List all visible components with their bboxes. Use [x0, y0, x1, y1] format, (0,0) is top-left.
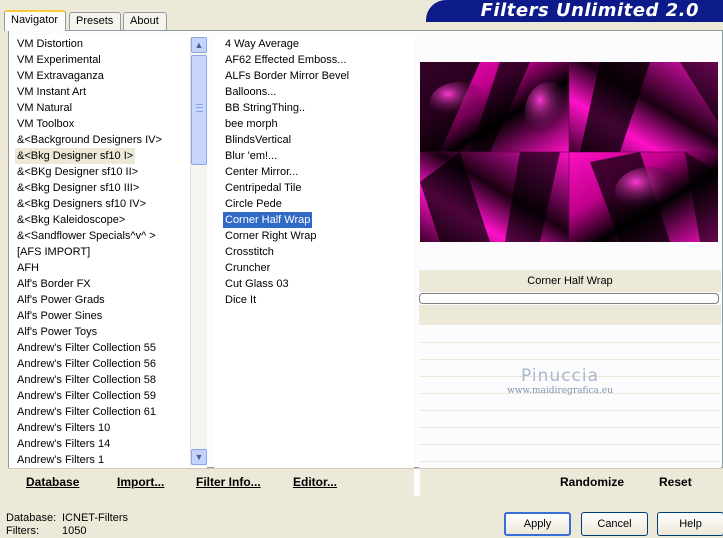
scroll-thumb[interactable]	[191, 55, 207, 165]
grip-icon	[196, 104, 203, 112]
category-item[interactable]: &<BKg Designer sf10 II>	[15, 164, 140, 180]
cancel-button[interactable]: Cancel	[581, 512, 648, 536]
category-item[interactable]: Alf's Power Toys	[15, 324, 99, 340]
scroll-down-button[interactable]: ▼	[191, 449, 207, 465]
category-item[interactable]: Alf's Power Grads	[15, 292, 107, 308]
progress-bar	[419, 293, 719, 304]
category-item[interactable]: Andrew's Filters 10	[15, 420, 112, 436]
parameter-row	[419, 444, 721, 445]
parameter-row	[419, 393, 721, 394]
database-label: Database	[26, 475, 80, 489]
category-item[interactable]: VM Experimental	[15, 52, 103, 68]
filter-item[interactable]: Cut Glass 03	[223, 276, 291, 292]
parameter-header	[419, 305, 721, 325]
app-title: Filters Unlimited 2.0	[480, 0, 699, 21]
category-item[interactable]: Andrew's Filters 14	[15, 436, 112, 452]
filter-item[interactable]: AF62 Effected Emboss...	[223, 52, 348, 68]
filter-item[interactable]: Corner Right Wrap	[223, 228, 319, 244]
randomize-button[interactable]: Randomize	[560, 475, 624, 489]
filter-item[interactable]: Balloons...	[223, 84, 278, 100]
category-item[interactable]: Alf's Power Sines	[15, 308, 104, 324]
editor-label: Editor...	[293, 475, 338, 489]
category-item[interactable]: &<Bkg Designer sf10 III>	[15, 180, 141, 196]
category-item[interactable]: &<Bkg Designer sf10 I>	[15, 148, 136, 164]
title-banner: Filters Unlimited 2.0	[426, 0, 723, 22]
filter-item[interactable]: Blur 'em!...	[223, 148, 279, 164]
category-item[interactable]: AFH	[15, 260, 41, 276]
filter-item[interactable]: Cruncher	[223, 260, 272, 276]
category-item[interactable]: Andrew's Filter Collection 55	[15, 340, 158, 356]
status-area: Database: ICNET-Filters Filters: 1050	[6, 512, 128, 538]
category-scrollbar[interactable]: ▲ ▼	[190, 37, 207, 466]
category-item[interactable]: VM Toolbox	[15, 116, 76, 132]
category-item[interactable]: &<Bkg Kaleidoscope>	[15, 212, 127, 228]
filters-status-value: 1050	[62, 525, 87, 537]
filter-list[interactable]: 4 Way Average AF62 Effected Emboss... ALFs…	[214, 35, 414, 468]
parameter-row	[419, 342, 721, 343]
parameter-row	[419, 410, 721, 411]
category-item[interactable]: VM Instant Art	[15, 84, 88, 100]
category-item[interactable]: Alf's Border FX	[15, 276, 93, 292]
category-list[interactable]: VM Distortion VM Experimental VM Extravaga…	[9, 35, 207, 468]
preview-art	[420, 62, 718, 242]
filter-item[interactable]: BlindsVertical	[223, 132, 293, 148]
category-item[interactable]: Andrew's Filters 1	[15, 452, 106, 468]
preview-image	[420, 62, 718, 242]
import-label: Import...	[117, 475, 165, 489]
filter-item[interactable]: Circle Pede	[223, 196, 284, 212]
filter-item[interactable]: ALFs Border Mirror Bevel	[223, 68, 351, 84]
chevron-up-icon: ▲	[194, 40, 204, 50]
database-status-value: ICNET-Filters	[62, 512, 128, 524]
chevron-down-icon: ▼	[194, 452, 204, 462]
tab-about[interactable]: About	[123, 12, 167, 30]
database-button[interactable]: Database	[26, 475, 79, 489]
parameter-row	[419, 461, 721, 462]
category-item[interactable]: &<Bkg Designers sf10 IV>	[15, 196, 148, 212]
bottom-toolbar: Database Import... Filter Info... Editor…	[8, 468, 722, 496]
tab-presets[interactable]: Presets	[69, 12, 121, 30]
category-item[interactable]: [AFS IMPORT]	[15, 244, 92, 260]
apply-button[interactable]: Apply	[504, 512, 571, 536]
filter-info-button[interactable]: Filter Info...	[196, 475, 261, 489]
category-item[interactable]: VM Natural	[15, 100, 74, 116]
tab-navigator[interactable]: Navigator	[4, 10, 66, 31]
category-item[interactable]: Andrew's Filter Collection 59	[15, 388, 158, 404]
parameter-row	[419, 359, 721, 360]
category-item[interactable]: Andrew's Filter Collection 61	[15, 404, 158, 420]
database-status-label: Database:	[6, 512, 57, 524]
import-button[interactable]: Import...	[117, 475, 164, 489]
help-button[interactable]: Help	[657, 512, 723, 536]
reset-button[interactable]: Reset	[659, 475, 692, 489]
category-item[interactable]: &<Sandflower Specials^v^ >	[15, 228, 158, 244]
filter-item[interactable]: BB StringThing..	[223, 100, 307, 116]
filter-item[interactable]: bee morph	[223, 116, 280, 132]
parameter-area	[419, 325, 721, 468]
filter-item[interactable]: Corner Half Wrap	[223, 212, 313, 228]
filter-item[interactable]: Crosstitch	[223, 244, 276, 260]
toolbar-divider	[414, 469, 420, 496]
editor-button[interactable]: Editor...	[293, 475, 337, 489]
category-item[interactable]: Andrew's Filter Collection 58	[15, 372, 158, 388]
scroll-up-button[interactable]: ▲	[191, 37, 207, 53]
filter-item[interactable]: Center Mirror...	[223, 164, 300, 180]
parameter-row	[419, 427, 721, 428]
selected-filter-name: Corner Half Wrap	[419, 270, 721, 292]
parameter-row	[419, 376, 721, 377]
filter-item[interactable]: 4 Way Average	[223, 36, 301, 52]
filter-item[interactable]: Centripedal Tile	[223, 180, 303, 196]
category-item[interactable]: VM Extravaganza	[15, 68, 106, 84]
category-item[interactable]: &<Background Designers IV>	[15, 132, 164, 148]
category-item[interactable]: Andrew's Filter Collection 56	[15, 356, 158, 372]
filter-info-label: Filter Info...	[196, 475, 261, 489]
filters-status-label: Filters:	[6, 525, 39, 537]
category-item[interactable]: VM Distortion	[15, 36, 85, 52]
filter-item[interactable]: Dice It	[223, 292, 258, 308]
